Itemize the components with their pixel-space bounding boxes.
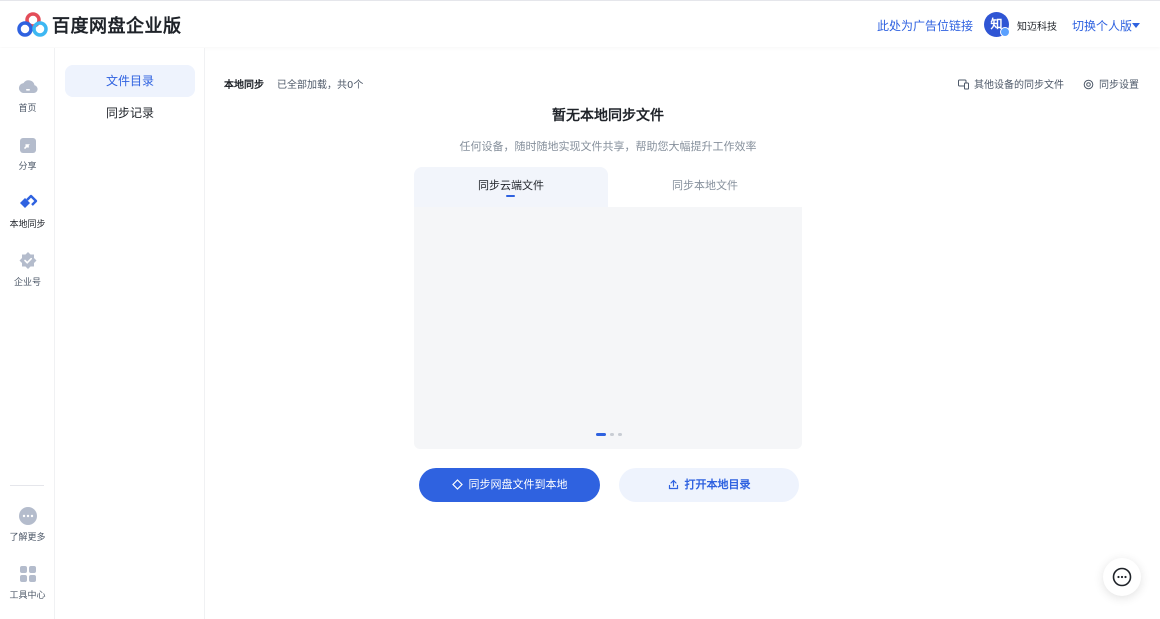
baidu-netdisk-logo-icon[interactable] bbox=[17, 12, 48, 38]
left-rail: 首页 分享 本地同步 企业号 了解更多 工具中心 bbox=[0, 48, 55, 619]
secondary-sidebar: 文件目录 同步记录 bbox=[55, 48, 205, 619]
carousel-dot-active[interactable] bbox=[596, 433, 606, 436]
company-name[interactable]: 知迈科技 bbox=[1017, 18, 1057, 33]
tab-sync-local-files[interactable]: 同步本地文件 bbox=[608, 167, 802, 207]
tab-sync-cloud-files[interactable]: 同步云端文件 bbox=[414, 167, 608, 207]
sync-settings-label: 同步设置 bbox=[1099, 80, 1139, 91]
rail-item-share[interactable]: 分享 bbox=[0, 134, 55, 172]
tab-label: 同步云端文件 bbox=[478, 179, 544, 192]
more-icon bbox=[18, 507, 37, 525]
carousel-dot[interactable] bbox=[618, 433, 622, 436]
rail-item-learn-more[interactable]: 了解更多 bbox=[0, 505, 55, 543]
chat-icon bbox=[1112, 567, 1132, 587]
caret-down-icon[interactable] bbox=[1132, 23, 1140, 28]
floating-chat-button[interactable] bbox=[1103, 558, 1141, 596]
rail-item-label: 本地同步 bbox=[9, 220, 46, 230]
open-local-directory-button[interactable]: 打开本地目录 bbox=[619, 468, 799, 502]
verified-badge-icon bbox=[1000, 27, 1010, 37]
rail-item-label: 分享 bbox=[18, 162, 37, 172]
sync-tabs: 同步云端文件 同步本地文件 bbox=[414, 167, 802, 207]
button-label: 打开本地目录 bbox=[684, 478, 751, 491]
enterprise-icon bbox=[19, 252, 36, 269]
sync-icon bbox=[19, 194, 37, 208]
upload-icon bbox=[668, 479, 678, 490]
rail-item-enterprise[interactable]: 企业号 bbox=[0, 250, 55, 288]
rail-divider bbox=[10, 485, 44, 486]
gear-icon bbox=[1083, 79, 1094, 90]
sync-diamond-icon bbox=[451, 479, 463, 490]
switch-personal-button[interactable]: 切换个人版 bbox=[1072, 17, 1132, 34]
rail-item-home[interactable]: 首页 bbox=[0, 76, 55, 114]
section-title: 本地同步 bbox=[224, 80, 264, 91]
carousel-dot[interactable] bbox=[610, 433, 614, 436]
subnav-item-sync-records[interactable]: 同步记录 bbox=[65, 97, 195, 129]
share-icon bbox=[19, 138, 36, 153]
ad-link[interactable]: 此处为广告位链接 bbox=[877, 17, 973, 34]
rail-item-local-sync[interactable]: 本地同步 bbox=[0, 192, 55, 230]
subnav-item-file-directory[interactable]: 文件目录 bbox=[65, 65, 195, 97]
tools-icon bbox=[19, 566, 36, 582]
rail-item-label: 工具中心 bbox=[9, 591, 46, 601]
empty-state-title: 暂无本地同步文件 bbox=[552, 108, 664, 124]
illustration-panel bbox=[414, 207, 802, 449]
empty-state-subtitle: 任何设备，随时随地实现文件共享，帮助您大幅提升工作效率 bbox=[459, 140, 757, 153]
rail-item-tools[interactable]: 工具中心 bbox=[0, 563, 55, 601]
active-tab-indicator bbox=[506, 195, 515, 197]
rail-item-label: 首页 bbox=[18, 104, 37, 114]
load-status: 已全部加载，共0个 bbox=[277, 80, 364, 91]
other-devices-label: 其他设备的同步文件 bbox=[974, 80, 1064, 91]
other-devices-link[interactable]: 其他设备的同步文件 bbox=[958, 76, 1064, 91]
sync-settings-link[interactable]: 同步设置 bbox=[1083, 76, 1139, 91]
top-header: 百度网盘企业版 此处为广告位链接 知 知迈科技 切换个人版 bbox=[0, 0, 1160, 47]
rail-item-label: 了解更多 bbox=[9, 533, 46, 543]
brand-title[interactable]: 百度网盘企业版 bbox=[52, 12, 182, 38]
button-label: 同步网盘文件到本地 bbox=[468, 478, 568, 491]
devices-icon bbox=[958, 79, 969, 90]
rail-item-label: 企业号 bbox=[13, 278, 41, 288]
sync-netdisk-to-local-button[interactable]: 同步网盘文件到本地 bbox=[419, 468, 600, 502]
cloud-icon bbox=[18, 80, 38, 93]
